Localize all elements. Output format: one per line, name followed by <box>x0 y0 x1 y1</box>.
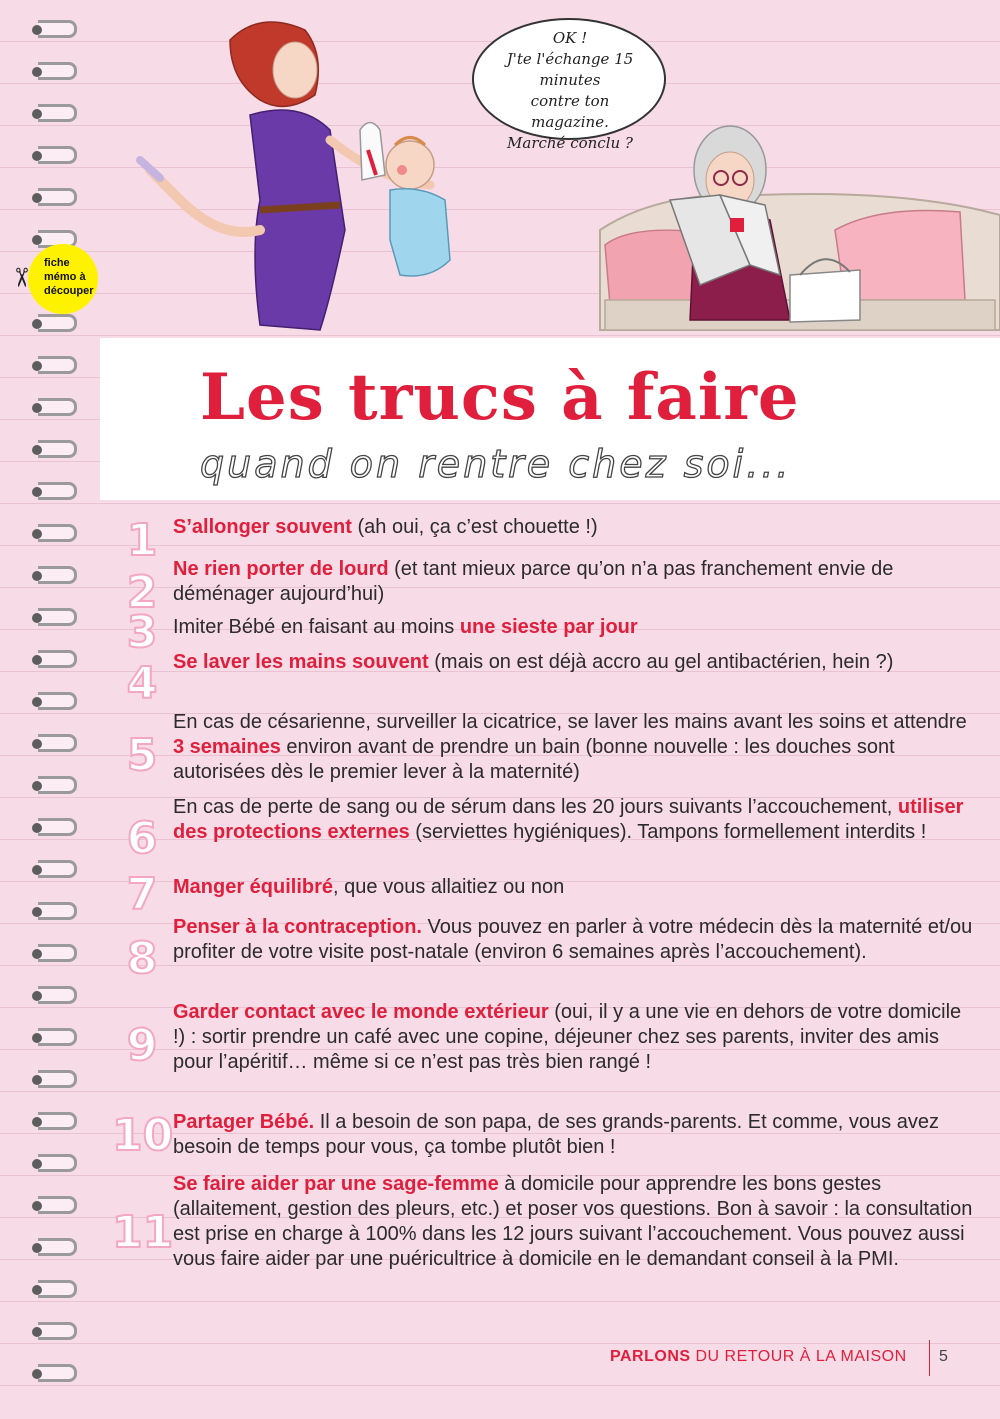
tip-number: 5 <box>126 729 159 782</box>
footer-rest: DU RETOUR À LA MAISON <box>690 1348 907 1365</box>
tip-text: En cas de césarienne, surveiller la cica… <box>173 710 973 785</box>
tip-highlight: Garder contact avec le monde extérieur <box>173 1001 549 1023</box>
page-title: Les trucs à faire <box>200 360 800 435</box>
spiral-ring <box>32 20 77 38</box>
tip-number: 7 <box>126 868 159 921</box>
spiral-ring <box>32 776 77 794</box>
tip-highlight: Ne rien porter de lourd <box>173 558 389 580</box>
tip-text: En cas de perte de sang ou de sérum dans… <box>173 795 973 845</box>
tip-text: Manger équilibré, que vous allaitiez ou … <box>173 875 973 900</box>
spiral-ring <box>32 818 77 836</box>
tip-text: Partager Bébé. Il a besoin de son papa, … <box>173 1110 973 1160</box>
tip-body: Imiter Bébé en faisant au moins <box>173 616 460 638</box>
tip-body: (mais on est déjà accro au gel antibacté… <box>428 651 894 673</box>
tip-highlight: Manger équilibré <box>173 876 334 898</box>
spiral-ring <box>32 356 77 374</box>
spiral-ring <box>32 398 77 416</box>
tip-highlight: Se faire aider par une sage-femme <box>173 1173 499 1195</box>
tip-highlight: 3 semaines <box>173 736 281 758</box>
spiral-ring <box>32 692 77 710</box>
spiral-ring <box>32 1280 77 1298</box>
spiral-ring <box>32 1070 77 1088</box>
tip-number: 1 <box>126 514 159 567</box>
spiral-ring <box>32 524 77 542</box>
tip-number: 10 <box>111 1109 174 1162</box>
spiral-ring <box>32 650 77 668</box>
bubble-line: J'te l'échange 15 minutes <box>506 50 634 89</box>
tip-text: Ne rien porter de lourd (et tant mieux p… <box>173 557 973 607</box>
spiral-ring <box>32 440 77 458</box>
badge-line: mémo à <box>44 271 86 283</box>
footer-section-title: PARLONS DU RETOUR À LA MAISON <box>610 1348 907 1366</box>
tip-highlight: une sieste par jour <box>459 616 638 638</box>
tip-highlight: S’allonger souvent <box>173 516 352 538</box>
spiral-ring <box>32 314 77 332</box>
spiral-ring <box>32 1112 77 1130</box>
spiral-ring <box>32 146 77 164</box>
spiral-ring <box>32 734 77 752</box>
tip-number: 11 <box>111 1206 174 1259</box>
spiral-ring <box>32 944 77 962</box>
tip-text: Se faire aider par une sage-femme à domi… <box>173 1172 973 1272</box>
tip-body: En cas de perte de sang ou de sérum dans… <box>173 796 898 818</box>
tip-text: Se laver les mains souvent (mais on est … <box>173 650 973 675</box>
spiral-ring <box>32 1322 77 1340</box>
tip-number: 3 <box>126 606 159 659</box>
spiral-ring <box>32 62 77 80</box>
tip-number: 8 <box>126 932 159 985</box>
tip-number: 9 <box>126 1019 159 1072</box>
footer-bold: PARLONS <box>610 1348 691 1365</box>
tip-text: Imiter Bébé en faisant au moins une sies… <box>173 615 973 640</box>
page-number: 5 <box>939 1348 948 1365</box>
spiral-ring <box>32 1028 77 1046</box>
spiral-ring <box>32 188 77 206</box>
scissors-icon: ✂ <box>6 266 37 289</box>
tip-body: (ah oui, ça c’est chouette !) <box>351 516 598 538</box>
badge-line: fiche <box>44 257 70 269</box>
tip-highlight: Se laver les mains souvent <box>173 651 429 673</box>
badge-text: fiche mémo à découper <box>44 256 100 298</box>
footer-divider <box>929 1340 930 1376</box>
bubble-line: contre ton magazine. <box>530 92 610 131</box>
tip-body: En cas de césarienne, surveiller la cica… <box>173 711 967 733</box>
tip-highlight: Partager Bébé. <box>173 1111 315 1133</box>
tip-text: Penser à la contraception. Vous pouvez e… <box>173 915 973 965</box>
spiral-ring <box>32 1238 77 1256</box>
spiral-ring <box>32 986 77 1004</box>
spiral-ring <box>32 1196 77 1214</box>
badge-line: découper <box>44 285 94 297</box>
spiral-ring <box>32 482 77 500</box>
spiral-ring <box>32 860 77 878</box>
tip-text: Garder contact avec le monde extérieur (… <box>173 1000 973 1075</box>
spiral-ring <box>32 608 77 626</box>
bubble-line: OK ! <box>552 29 588 47</box>
spiral-ring <box>32 902 77 920</box>
tip-number: 6 <box>126 812 159 865</box>
tip-number: 4 <box>126 657 159 710</box>
speech-bubble-text: OK ! J'te l'échange 15 minutes contre to… <box>495 28 645 154</box>
spiral-ring <box>32 104 77 122</box>
tip-body: environ avant de prendre un bain (bonne … <box>173 736 895 783</box>
spiral-ring <box>32 1154 77 1172</box>
bubble-line: Marché conclu ? <box>507 134 633 152</box>
cutout-badge: ✂ fiche mémo à découper <box>6 244 102 314</box>
spiral-ring <box>32 1364 77 1382</box>
tip-body: (serviettes hygiéniques). Tampons formel… <box>409 821 927 843</box>
tip-body: , que vous allaitiez ou non <box>333 876 565 898</box>
spiral-ring <box>32 566 77 584</box>
tip-text: S’allonger souvent (ah oui, ça c’est cho… <box>173 515 973 540</box>
page-subtitle: quand on rentre chez soi... <box>199 441 792 486</box>
tip-highlight: Penser à la contraception. <box>173 916 422 938</box>
